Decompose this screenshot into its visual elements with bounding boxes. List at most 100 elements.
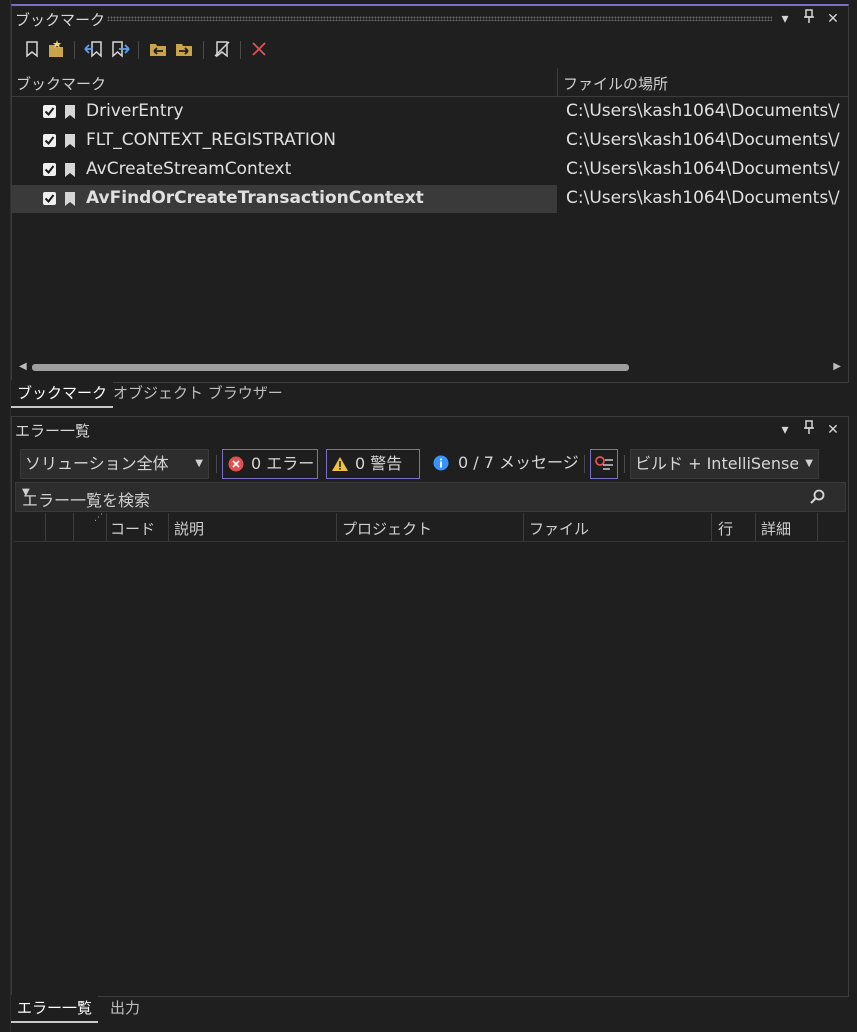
tab-output[interactable]: 出力 xyxy=(104,995,146,1021)
bookmark-file-path: C:\Users\kash1064\Documents\/ xyxy=(566,159,840,179)
column-separator xyxy=(817,513,818,541)
toolbar-separator xyxy=(216,455,217,473)
toolbar-separator xyxy=(584,455,585,473)
scroll-right-icon[interactable]: ▶ xyxy=(833,361,841,372)
bookmark-name: FLT_CONTEXT_REGISTRATION xyxy=(86,130,336,150)
close-button[interactable]: ✕ xyxy=(824,420,842,440)
bookmarks-column-header: ブックマーク ファイルの場所 xyxy=(12,68,848,97)
scroll-left-icon[interactable]: ◀ xyxy=(19,361,27,372)
error-icon xyxy=(228,456,244,472)
tab-error-list[interactable]: エラー一覧 xyxy=(11,995,99,1023)
bookmark-file-path: C:\Users\kash1064\Documents\/ xyxy=(566,101,840,121)
column-file[interactable]: ファイル xyxy=(529,518,589,539)
bookmark-file-path: C:\Users\kash1064\Documents\/ xyxy=(566,188,840,208)
bookmark-name-cell[interactable]: DriverEntry xyxy=(12,98,557,126)
toolbar-separator xyxy=(624,455,625,473)
bookmark-icon xyxy=(64,104,76,125)
close-button[interactable]: ✕ xyxy=(824,9,842,29)
next-in-folder-icon[interactable] xyxy=(173,38,195,60)
previous-bookmark-icon[interactable] xyxy=(83,38,105,60)
next-bookmark-icon[interactable] xyxy=(109,38,131,60)
column-detail[interactable]: 詳細 xyxy=(761,518,791,539)
error-list-titlebar: エラー一覧 ▾ ✕ xyxy=(12,417,848,443)
source-dropdown[interactable]: ビルド + IntelliSense ▼ xyxy=(630,449,819,479)
bookmark-row[interactable]: AvFindOrCreateTransactionContext C:\Users… xyxy=(12,185,848,213)
disable-all-bookmarks-icon[interactable] xyxy=(211,38,233,60)
column-line[interactable]: 行 xyxy=(718,518,733,539)
column-code[interactable]: コード xyxy=(110,518,155,539)
column-file-location[interactable]: ファイルの場所 xyxy=(563,73,668,94)
tab-bookmarks[interactable]: ブックマーク xyxy=(11,380,114,408)
warnings-count: 0 警告 xyxy=(355,454,403,473)
error-list-column-header: ⋰ コード 説明 プロジェクト ファイル 行 詳細 xyxy=(14,513,846,542)
pin-icon xyxy=(804,420,814,434)
column-description[interactable]: 説明 xyxy=(174,518,204,539)
scope-value: ソリューション全体 xyxy=(25,454,169,473)
drag-grip[interactable] xyxy=(107,16,772,21)
bookmark-checkbox[interactable] xyxy=(43,134,56,147)
bookmark-checkbox[interactable] xyxy=(43,163,56,176)
column-separator xyxy=(755,513,756,541)
pin-button[interactable] xyxy=(800,420,818,440)
window-menu-button[interactable]: ▾ xyxy=(776,9,794,29)
bookmark-row[interactable]: FLT_CONTEXT_REGISTRATION C:\Users\kash106… xyxy=(12,127,848,155)
error-list-toolbar: ソリューション全体 ▼ 0 エラー 0 警告 0 / 7 メッセージ ビルド +… xyxy=(12,449,848,479)
bookmark-icon xyxy=(64,162,76,183)
bookmark-file-path: C:\Users\kash1064\Documents\/ xyxy=(566,130,840,150)
toolbar-separator xyxy=(138,41,139,59)
bookmark-name: AvCreateStreamContext xyxy=(86,159,292,179)
tab-object-browser[interactable]: オブジェクト ブラウザー xyxy=(107,380,289,406)
bookmark-name-cell[interactable]: FLT_CONTEXT_REGISTRATION xyxy=(12,127,557,155)
errors-filter-button[interactable]: 0 エラー xyxy=(222,449,318,479)
scope-dropdown[interactable]: ソリューション全体 ▼ xyxy=(20,449,209,479)
pin-button[interactable] xyxy=(800,9,818,29)
column-project[interactable]: プロジェクト xyxy=(342,518,432,539)
new-folder-icon[interactable] xyxy=(45,38,67,60)
chevron-down-icon: ▼ xyxy=(195,458,203,469)
chevron-down-icon[interactable]: ▼ xyxy=(22,487,840,498)
bookmark-checkbox[interactable] xyxy=(43,192,56,205)
column-separator xyxy=(168,513,169,541)
toolbar-separator xyxy=(203,41,204,59)
bookmark-name-cell[interactable]: AvCreateStreamContext xyxy=(12,156,557,184)
column-resize-handle[interactable] xyxy=(557,68,558,96)
column-separator xyxy=(73,513,74,541)
bookmarks-titlebar: ブックマーク ▾ ✕ xyxy=(12,6,848,32)
window-menu-button[interactable]: ▾ xyxy=(776,420,794,440)
bookmark-name: DriverEntry xyxy=(86,101,184,121)
bookmark-name-cell[interactable]: AvFindOrCreateTransactionContext xyxy=(12,185,557,213)
left-edge-strip xyxy=(0,0,11,1032)
source-value: ビルド + IntelliSense xyxy=(635,454,798,473)
errors-count: 0 エラー xyxy=(251,454,315,473)
filter-toggle-button[interactable] xyxy=(590,449,618,479)
error-list-search[interactable]: エラー一覧を検索 ▼ xyxy=(15,482,846,512)
error-list-title: エラー一覧 xyxy=(15,422,91,440)
bookmark-icon xyxy=(64,191,76,212)
bookmarks-tab-strip: ブックマーク オブジェクト ブラウザー xyxy=(11,380,849,408)
column-separator xyxy=(711,513,712,541)
bookmark-row[interactable]: DriverEntry C:\Users\kash1064\Documents\/ xyxy=(12,98,848,126)
column-separator xyxy=(106,513,107,541)
bookmark-checkbox[interactable] xyxy=(43,105,56,118)
bookmarks-title: ブックマーク xyxy=(15,11,106,29)
horizontal-scrollbar[interactable]: ◀ ▶ xyxy=(14,358,846,378)
bookmarks-toolbar xyxy=(12,33,848,65)
previous-in-folder-icon[interactable] xyxy=(147,38,169,60)
warnings-filter-button[interactable]: 0 警告 xyxy=(326,449,420,479)
scrollbar-thumb[interactable] xyxy=(32,364,629,371)
toggle-bookmark-icon[interactable] xyxy=(21,38,43,60)
chevron-down-icon: ▼ xyxy=(805,458,813,469)
column-separator xyxy=(523,513,524,541)
error-list-panel: エラー一覧 ▾ ✕ ソリューション全体 ▼ 0 エラー 0 警告 0 / 7 メ… xyxy=(11,416,849,997)
messages-filter-button[interactable]: 0 / 7 メッセージ xyxy=(427,449,579,477)
column-bookmark-name[interactable]: ブックマーク xyxy=(16,73,106,94)
bookmark-name: AvFindOrCreateTransactionContext xyxy=(86,188,424,208)
bookmark-icon xyxy=(64,133,76,154)
bookmarks-panel: ブックマーク ▾ ✕ ブックマーク ファイルの場所 DriverEntry C:… xyxy=(11,4,849,383)
filter-icon xyxy=(595,456,613,470)
messages-count: 0 / 7 メッセージ xyxy=(458,453,579,472)
delete-bookmark-icon[interactable] xyxy=(248,38,270,60)
toolbar-separator xyxy=(240,41,241,59)
info-icon xyxy=(433,455,449,471)
bookmark-row[interactable]: AvCreateStreamContext C:\Users\kash1064\D… xyxy=(12,156,848,184)
